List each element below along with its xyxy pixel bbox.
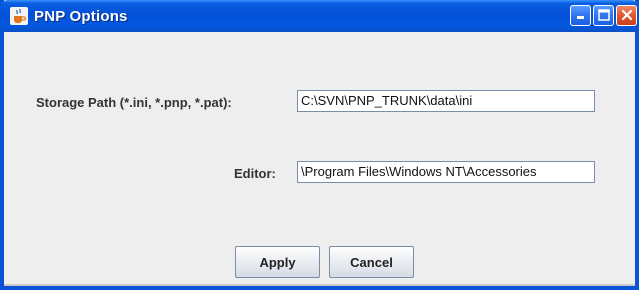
apply-button[interactable]: Apply bbox=[235, 246, 320, 278]
editor-label: Editor: bbox=[234, 166, 276, 181]
minimize-icon bbox=[576, 6, 586, 25]
window-controls bbox=[570, 5, 637, 26]
close-button[interactable] bbox=[616, 5, 637, 26]
maximize-button[interactable] bbox=[593, 5, 614, 26]
maximize-icon bbox=[597, 6, 610, 25]
close-icon bbox=[621, 6, 633, 25]
bottom-divider bbox=[4, 284, 635, 286]
minimize-button[interactable] bbox=[570, 5, 591, 26]
cancel-button[interactable]: Cancel bbox=[329, 246, 414, 278]
window-title: PNP Options bbox=[34, 7, 128, 25]
editor-input[interactable]: \Program Files\Windows NT\Accessories bbox=[297, 161, 595, 183]
options-panel: Storage Path (*.ini, *.pnp, *.pat): C:\S… bbox=[4, 32, 635, 286]
java-cup-icon bbox=[10, 7, 28, 25]
storage-path-label: Storage Path (*.ini, *.pnp, *.pat): bbox=[36, 95, 232, 110]
title-bar[interactable]: PNP Options bbox=[0, 0, 639, 32]
storage-path-input[interactable]: C:\SVN\PNP_TRUNK\data\ini bbox=[297, 90, 595, 112]
options-window: PNP Options Storage Path (*.ini, *.pnp, … bbox=[0, 0, 639, 290]
